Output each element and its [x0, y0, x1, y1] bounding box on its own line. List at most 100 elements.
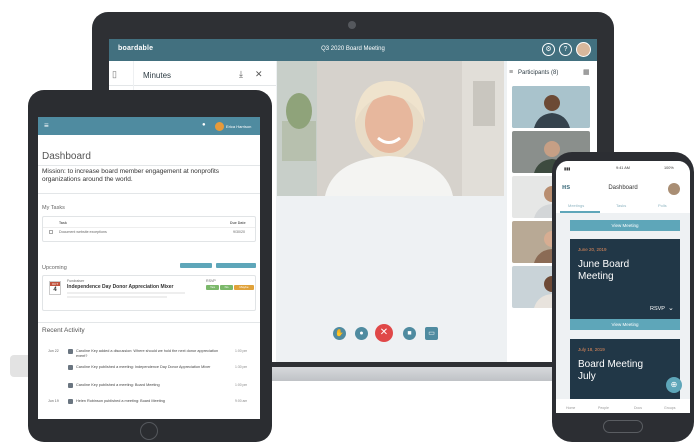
collapse-icon[interactable]: ≡	[509, 69, 513, 76]
tasks-table: Task Due Date Document website exception…	[42, 216, 256, 242]
event-description	[67, 292, 185, 294]
my-tasks-title: My Tasks	[42, 205, 65, 211]
activity-icon	[68, 383, 73, 388]
view-meeting-button[interactable]: View Meeting	[570, 319, 680, 330]
add-icon[interactable]: ⊕	[666, 377, 682, 393]
event-name[interactable]: Independence Day Donor Appreciation Mixe…	[67, 284, 195, 290]
user-avatar[interactable]	[668, 183, 680, 195]
event-day: 4	[53, 287, 57, 293]
view-meeting-button[interactable]: View Meeting	[570, 220, 680, 231]
upcoming-event-card[interactable]: OCT 4 Fundraiser Independence Day Donor …	[42, 275, 256, 311]
call-controls: ✋ ● ✕ ■ ▭	[277, 319, 504, 349]
settings-icon[interactable]: ⚙	[542, 43, 555, 56]
divider	[43, 227, 255, 228]
activity-date: Jun 19	[48, 399, 59, 403]
phone-bottom-nav: Home People Docs Groups	[556, 399, 690, 413]
upcoming-filter-button[interactable]	[180, 263, 212, 268]
menu-icon[interactable]: ≡	[44, 121, 49, 130]
recent-activity-title: Recent Activity	[42, 327, 85, 334]
raise-hand-icon[interactable]: ✋	[333, 327, 346, 340]
help-icon[interactable]: ?	[559, 43, 572, 56]
microphone-icon[interactable]: ●	[355, 327, 368, 340]
activity-icon	[68, 365, 73, 370]
event-description	[67, 296, 167, 298]
activity-item[interactable]: Jun 19 Helen Robinson published a meetin…	[42, 397, 256, 411]
tablet-home-button[interactable]	[140, 422, 158, 440]
upcoming-title: Upcoming	[42, 265, 67, 271]
task-name[interactable]: Document website exceptions	[59, 230, 107, 234]
activity-item[interactable]: Caroline Key published a meeting: Indepe…	[42, 363, 256, 377]
tab-polls[interactable]: Polls	[658, 203, 667, 208]
tab-meetings[interactable]: Meetings	[568, 203, 584, 208]
tablet: ≡ ● Erica Harrison Dashboard Mission: to…	[28, 90, 272, 442]
activity-time: 1:00 pm	[235, 349, 248, 353]
phone-screen: ▮▮▮ 9:41 AM 100% ʜs Dashboard Meetings T…	[556, 161, 690, 413]
activity-text: Helen Robinson published a meeting: Boar…	[76, 399, 165, 403]
event-date-badge: OCT 4	[49, 281, 61, 295]
activity-text: Caroline Key added a discussion: Where s…	[76, 349, 219, 358]
rsvp-label: RSVP	[206, 279, 216, 283]
nav-groups[interactable]: Groups	[664, 406, 675, 410]
document-icon: ▯	[112, 69, 117, 79]
activity-item[interactable]: Jun 22 Caroline Key added a discussion: …	[42, 347, 256, 361]
meeting-title: June Board Meeting	[578, 259, 630, 282]
nav-people[interactable]: People	[598, 406, 609, 410]
rsvp-no-button[interactable]: No	[220, 285, 233, 290]
activity-time: 1:00 pm	[235, 383, 248, 387]
phone-home-button[interactable]	[603, 420, 643, 433]
phone-app-header: ʜs Dashboard	[556, 179, 690, 199]
participant-video[interactable]	[512, 86, 590, 128]
divider	[38, 165, 260, 166]
screen-share-icon[interactable]: ▭	[425, 327, 438, 340]
chevron-down-icon[interactable]: ⌄	[668, 304, 674, 312]
close-icon[interactable]: ✕	[255, 69, 263, 80]
rsvp-maybe-button[interactable]: Maybe	[234, 285, 254, 290]
laptop-camera	[348, 21, 356, 29]
task-checkbox[interactable]	[49, 230, 53, 234]
activity-text: Caroline Key published a meeting: Indepe…	[76, 365, 211, 369]
tab-tasks[interactable]: Tasks	[616, 203, 626, 208]
divider	[38, 322, 260, 323]
divider	[38, 193, 260, 194]
camera-icon[interactable]: ■	[403, 327, 416, 340]
event-type: Fundraiser	[67, 279, 85, 283]
meeting-date: July 18, 2019	[578, 347, 605, 352]
active-tab-indicator	[560, 211, 600, 213]
due-date-column-header: Due Date	[230, 221, 246, 225]
laptop-app-header: boardable Q3 2020 Board Meeting ⚙ ?	[109, 39, 597, 61]
activity-time: 1:30 pm	[235, 365, 248, 369]
user-avatar[interactable]	[576, 42, 591, 57]
meeting-date: June 20, 2019	[578, 247, 607, 252]
user-name[interactable]: Erica Harrison	[226, 124, 251, 129]
rsvp-label[interactable]: RSVP	[650, 306, 665, 312]
rsvp-yes-button[interactable]: Yes	[206, 285, 219, 290]
minutes-label: Minutes	[143, 71, 172, 80]
nav-docs[interactable]: Docs	[634, 406, 642, 410]
nav-home[interactable]: Home	[566, 406, 575, 410]
meeting-card[interactable]: July 18, 2019 Board Meeting July	[570, 339, 680, 399]
activity-item[interactable]: Caroline Key published a meeting: Board …	[42, 381, 256, 395]
upcoming-filter-button[interactable]	[216, 263, 256, 268]
end-call-button[interactable]: ✕	[375, 324, 393, 342]
download-icon[interactable]: ⤓	[239, 69, 243, 80]
tablet-app-header: ≡ ● Erica Harrison	[38, 117, 260, 135]
divider	[109, 85, 276, 86]
meeting-card[interactable]: June 20, 2019 June Board Meeting RSVP ⌄	[570, 239, 680, 319]
user-avatar[interactable]	[215, 122, 224, 131]
phone: ▮▮▮ 9:41 AM 100% ʜs Dashboard Meetings T…	[552, 152, 694, 442]
phone-tabs: Meetings Tasks Polls	[556, 199, 690, 213]
tablet-screen: ≡ ● Erica Harrison Dashboard Mission: to…	[38, 117, 260, 419]
page-title: Dashboard	[42, 151, 91, 162]
activity-time: 9:00 am	[235, 399, 248, 403]
task-column-header: Task	[59, 221, 67, 225]
mission-statement: Mission: to increase board member engage…	[42, 168, 220, 183]
participant-image	[512, 86, 590, 128]
grid-view-icon[interactable]: ▦	[583, 68, 590, 76]
task-due-date: 9/30/20	[233, 230, 245, 234]
notification-icon[interactable]: ●	[202, 122, 206, 128]
main-video-feed	[277, 61, 504, 196]
activity-date: Jun 22	[48, 349, 59, 353]
battery-level: 100%	[664, 166, 674, 170]
activity-text: Caroline Key published a meeting: Board …	[76, 383, 160, 387]
participants-label: Participants (8)	[518, 70, 559, 76]
